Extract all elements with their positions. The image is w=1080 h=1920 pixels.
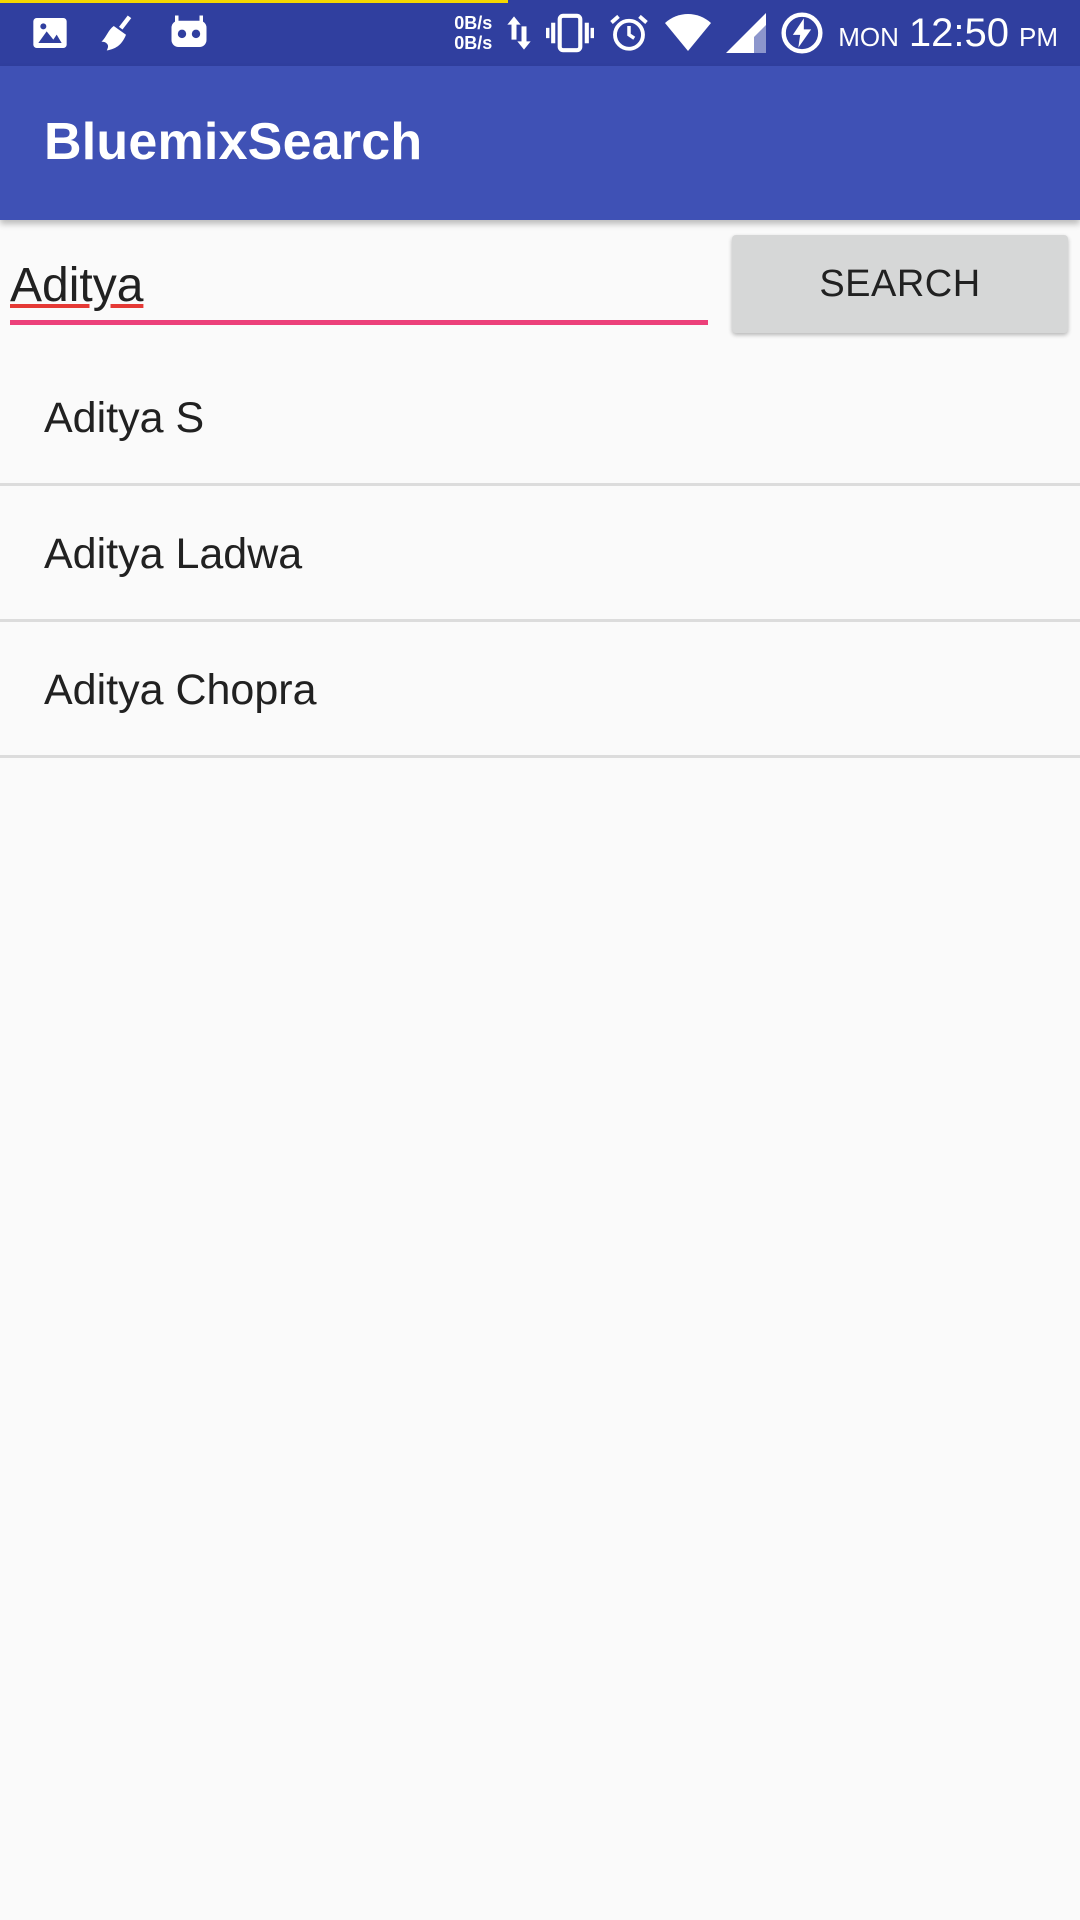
clock: MON 12:50 PM xyxy=(838,11,1058,56)
search-input[interactable] xyxy=(10,250,708,325)
search-row: SEARCH xyxy=(0,220,1080,350)
app-bar: BluemixSearch xyxy=(0,66,1080,220)
image-icon xyxy=(30,13,70,53)
vibrate-icon xyxy=(546,12,595,54)
alarm-icon xyxy=(608,12,650,54)
search-button[interactable]: SEARCH xyxy=(732,235,1068,333)
clock-ampm: PM xyxy=(1019,21,1058,52)
network-speed-up: 0B/s xyxy=(454,13,493,33)
data-arrows-icon xyxy=(506,13,532,53)
app-title: BluemixSearch xyxy=(44,113,423,171)
status-progress-bar xyxy=(0,0,508,3)
status-bar: 0B/s 0B/s MON 12:50 PM xyxy=(0,0,1080,66)
clock-day: MON xyxy=(838,21,899,52)
list-item[interactable]: Aditya Ladwa xyxy=(0,486,1080,622)
wifi-icon xyxy=(664,13,712,53)
notification-icons xyxy=(30,12,210,54)
network-speed-down: 0B/s xyxy=(454,33,493,53)
results-list: Aditya S Aditya Ladwa Aditya Chopra xyxy=(0,350,1080,758)
list-item-name: Aditya S xyxy=(44,394,205,442)
list-item-name: Aditya Chopra xyxy=(44,666,317,714)
network-speed: 0B/s 0B/s xyxy=(454,13,492,53)
system-status: 0B/s 0B/s MON 12:50 PM xyxy=(454,8,1058,58)
signal-icon xyxy=(726,13,767,53)
list-item[interactable]: Aditya Chopra xyxy=(0,622,1080,758)
android-face-icon xyxy=(168,12,210,54)
list-item-name: Aditya Ladwa xyxy=(44,530,303,578)
battery-charging-icon xyxy=(780,11,824,55)
list-item[interactable]: Aditya S xyxy=(0,350,1080,486)
clock-time: 12:50 xyxy=(908,10,1009,55)
broom-icon xyxy=(98,12,140,54)
